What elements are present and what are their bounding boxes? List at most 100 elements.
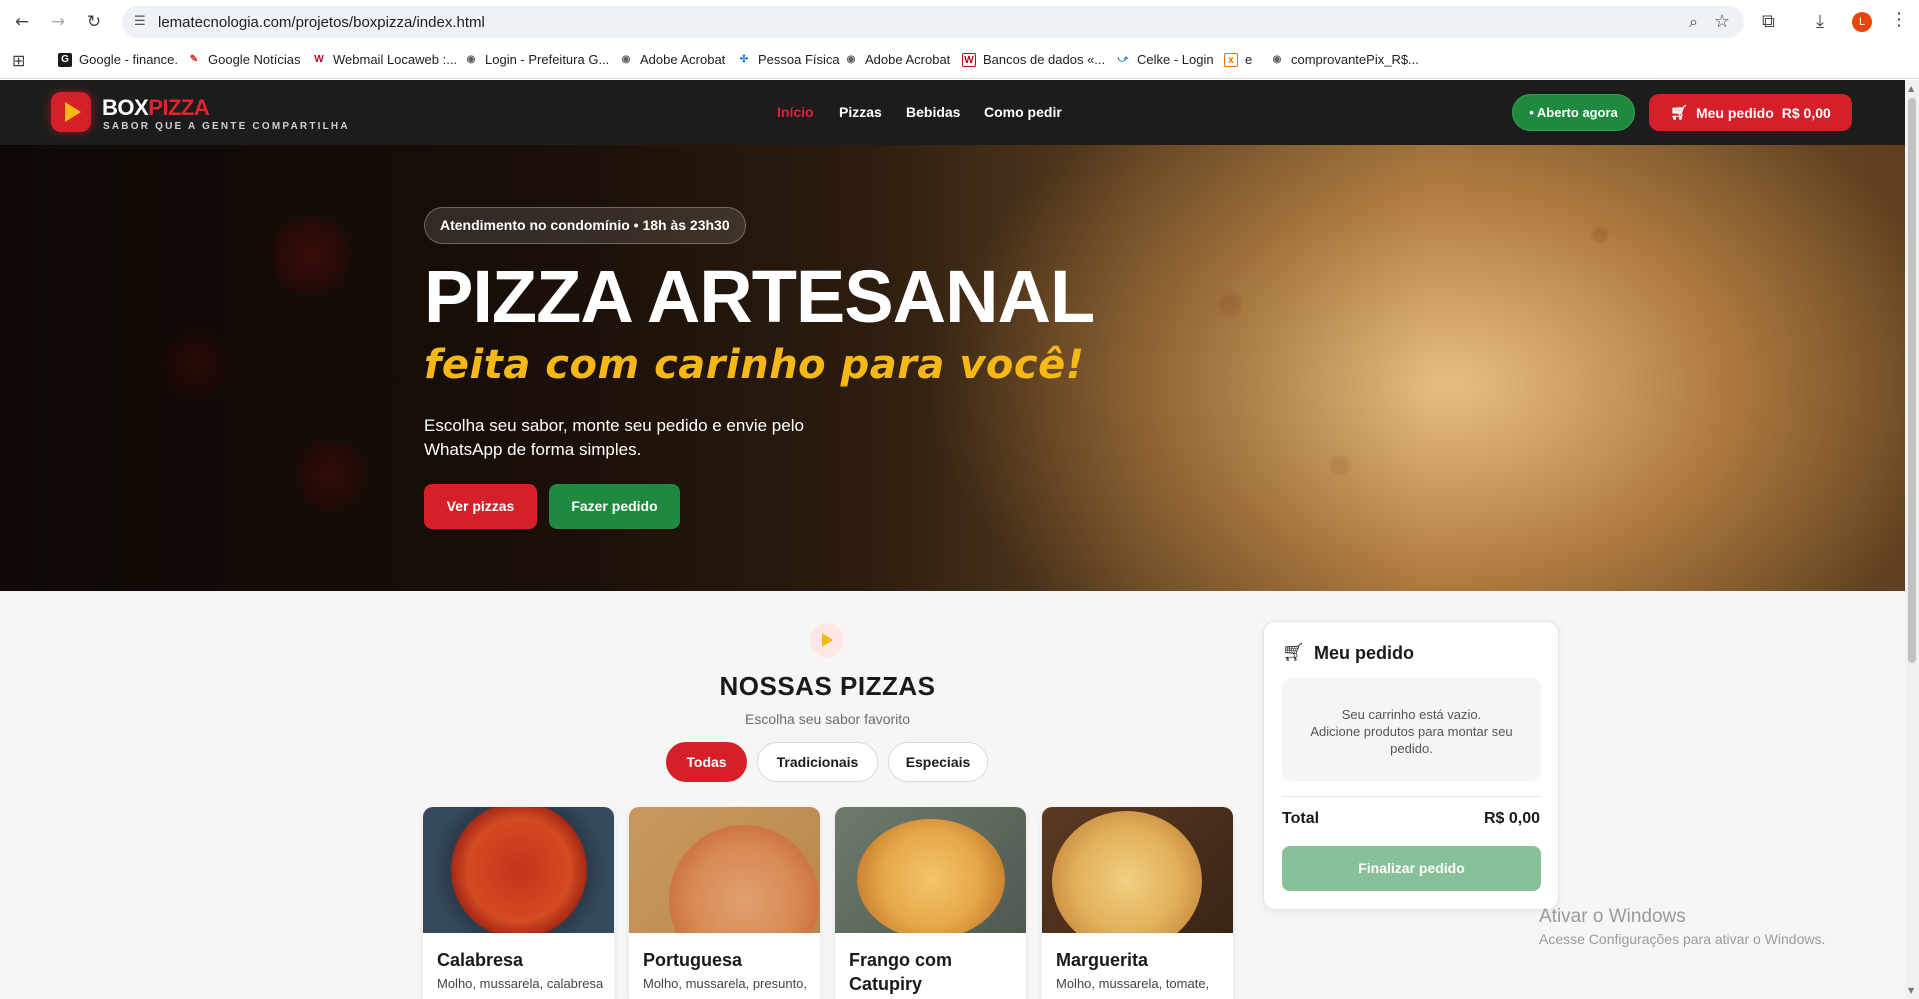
- bookmark-label: Google - finance.: [79, 52, 179, 67]
- bookmark-label: Bancos de dados «...: [983, 52, 1106, 67]
- nav-inicio[interactable]: Início: [777, 104, 814, 120]
- pizza-name: Calabresa: [437, 950, 524, 970]
- divider: [1282, 796, 1541, 797]
- reload-icon[interactable]: ↻: [84, 12, 104, 32]
- globe-icon: ◉: [1272, 53, 1282, 65]
- bookmark-item[interactable]: G Google - finance.: [58, 52, 178, 67]
- pizza-slice-icon: [810, 623, 844, 657]
- pizza-name: Marguerita: [1056, 950, 1149, 970]
- open-now-badge: • Aberto agora: [1512, 94, 1635, 131]
- globe-icon: ◉: [466, 53, 476, 65]
- bookmark-label: Adobe Acrobat: [865, 52, 951, 67]
- brand-box: BOX: [102, 95, 149, 120]
- address-bar[interactable]: ☰ lematecnologia.com/projetos/boxpizza/i…: [122, 6, 1744, 38]
- place-order-button[interactable]: Fazer pedido: [549, 484, 680, 529]
- bookmark-item[interactable]: ◉ Login - Prefeitura G...: [464, 52, 610, 67]
- bookmark-label: e: [1245, 52, 1253, 67]
- pizza-name: Portuguesa: [643, 950, 743, 970]
- favicon-icon: ✎: [189, 53, 199, 65]
- pizza-card[interactable]: Calabresa Molho, mussarela, calabresa: [423, 807, 614, 999]
- zoom-icon[interactable]: ⌕: [1689, 12, 1698, 32]
- page-scrollbar[interactable]: ▲ ▼: [1905, 80, 1919, 999]
- scroll-down-icon[interactable]: ▼: [1908, 986, 1914, 995]
- hero-subtitle: feita com carinho para você!: [424, 342, 1085, 388]
- pizza-description: Molho, mussarela, presunto,: [643, 976, 808, 991]
- pizza-logo-icon[interactable]: [51, 92, 91, 132]
- bookmark-item[interactable]: xe: [1224, 52, 1252, 67]
- brand-pizza: PIZZA: [148, 95, 210, 120]
- bookmarks-bar: ⊞ G Google - finance. ✎ Google Notícias WW…: [0, 43, 1919, 79]
- favicon-icon: W: [314, 53, 324, 65]
- back-arrow-icon[interactable]: ←: [12, 12, 32, 32]
- cart-title: Meu pedido: [1314, 643, 1414, 663]
- bookmark-label: Login - Prefeitura G...: [485, 52, 610, 67]
- cart-empty-line2: Adicione produtos para montar seu pedido…: [1310, 724, 1513, 756]
- scrollbar-thumb[interactable]: [1908, 98, 1916, 663]
- pizza-card[interactable]: Frango com Catupiry: [835, 807, 1026, 999]
- bookmark-label: Webmail Locaweb :...: [333, 52, 458, 67]
- cart-empty-message: Seu carrinho está vazio. Adicione produt…: [1282, 678, 1541, 781]
- filter-todas[interactable]: Todas: [666, 742, 747, 782]
- puzzle-icon[interactable]: ⧉: [1762, 11, 1775, 32]
- finish-order-button[interactable]: Finalizar pedido: [1282, 846, 1541, 891]
- my-order-button[interactable]: 🛒︎ Meu pedido R$ 0,00: [1649, 94, 1852, 131]
- pizza-description: Molho, mussarela, calabresa: [437, 976, 604, 991]
- bookmark-label: Adobe Acrobat: [640, 52, 726, 67]
- my-order-label: Meu pedido: [1695, 104, 1774, 121]
- scroll-up-icon[interactable]: ▲: [1908, 84, 1914, 93]
- see-pizzas-button[interactable]: Ver pizzas: [424, 484, 537, 529]
- my-order-total: R$ 0,00: [1781, 104, 1831, 121]
- pizza-image: [1042, 807, 1233, 933]
- cart-total-value: R$ 0,00: [1483, 810, 1540, 827]
- pizza-description: Molho, mussarela, tomate,: [1056, 976, 1210, 991]
- hero-description: Escolha seu sabor, monte seu pedido e en…: [424, 416, 804, 459]
- nav-bebidas[interactable]: Bebidas: [906, 104, 960, 120]
- bookmark-item[interactable]: W Bancos de dados «...: [962, 52, 1105, 67]
- nav-pizzas[interactable]: Pizzas: [839, 104, 882, 120]
- globe-icon: ◉: [621, 53, 631, 65]
- url-text[interactable]: lematecnologia.com/projetos/boxpizza/ind…: [158, 14, 485, 31]
- pizza-image: [423, 807, 614, 933]
- cart-icon: 🛒︎: [1670, 104, 1688, 121]
- cart-panel: 🛒︎ Meu pedido Seu carrinho está vazio. A…: [1263, 621, 1559, 910]
- pizza-name: Frango com Catupiry: [849, 950, 953, 994]
- windows-activation-title: Ativar o Windows: [1539, 906, 1686, 927]
- cart-total-label: Total: [1282, 810, 1320, 827]
- favicon-icon: W: [962, 52, 976, 67]
- bookmark-item[interactable]: ⤻ Celke - Login: [1116, 52, 1214, 67]
- bookmark-item[interactable]: ◉ Adobe Acrobat: [619, 52, 726, 67]
- favicon-icon: x: [1224, 52, 1238, 67]
- profile-avatar[interactable]: L: [1852, 12, 1872, 32]
- browser-toolbar: ← → ↻ ☰ lematecnologia.com/projetos/boxp…: [0, 0, 1919, 43]
- pizza-image: [835, 807, 1026, 933]
- cart-icon: 🛒︎: [1282, 642, 1305, 663]
- download-icon[interactable]: ⤓: [1816, 11, 1824, 32]
- pizza-card[interactable]: Marguerita Molho, mussarela, tomate,: [1042, 807, 1233, 999]
- bookmark-item[interactable]: ✣ Pessoa Física: [737, 52, 840, 67]
- pizza-image: [629, 807, 820, 933]
- bookmark-label: Google Notícias: [208, 52, 301, 67]
- cart-empty-line1: Seu carrinho está vazio.: [1341, 707, 1482, 722]
- apps-grid-icon[interactable]: ⊞: [12, 51, 25, 70]
- filter-tradicionais[interactable]: Tradicionais: [757, 742, 878, 782]
- star-icon[interactable]: ☆: [1714, 11, 1730, 32]
- forward-arrow-icon[interactable]: →: [48, 12, 68, 32]
- filter-especiais[interactable]: Especiais: [888, 742, 988, 782]
- favicon-icon: ✣: [739, 53, 749, 65]
- hero-section: Atendimento no condomínio • 18h às 23h30…: [0, 145, 1905, 591]
- bookmark-label: Celke - Login: [1137, 52, 1214, 67]
- bookmark-label: Pessoa Física: [758, 52, 840, 67]
- bookmark-label: comprovantePix_R$...: [1291, 52, 1419, 67]
- site-info-icon[interactable]: ☰: [134, 14, 150, 30]
- nav-como-pedir[interactable]: Como pedir: [984, 104, 1062, 120]
- kebab-menu-icon[interactable]: ⋮: [1890, 9, 1908, 30]
- pizza-card[interactable]: Portuguesa Molho, mussarela, presunto,: [629, 807, 820, 999]
- bookmark-item[interactable]: ✎ Google Notícias: [187, 52, 301, 67]
- bookmark-item[interactable]: ◉ comprovantePix_R$...: [1270, 52, 1419, 67]
- favicon-icon: ⤻: [1117, 53, 1129, 65]
- bookmark-item[interactable]: W Webmail Locaweb :...: [312, 52, 457, 67]
- brand-name[interactable]: BOXPIZZA: [102, 95, 210, 121]
- hero-title: PIZZA ARTESANAL: [424, 255, 1095, 338]
- bookmark-item[interactable]: ◉ Adobe Acrobat: [844, 52, 951, 67]
- brand-tagline: SABOR QUE A GENTE COMPARTILHA: [103, 121, 350, 132]
